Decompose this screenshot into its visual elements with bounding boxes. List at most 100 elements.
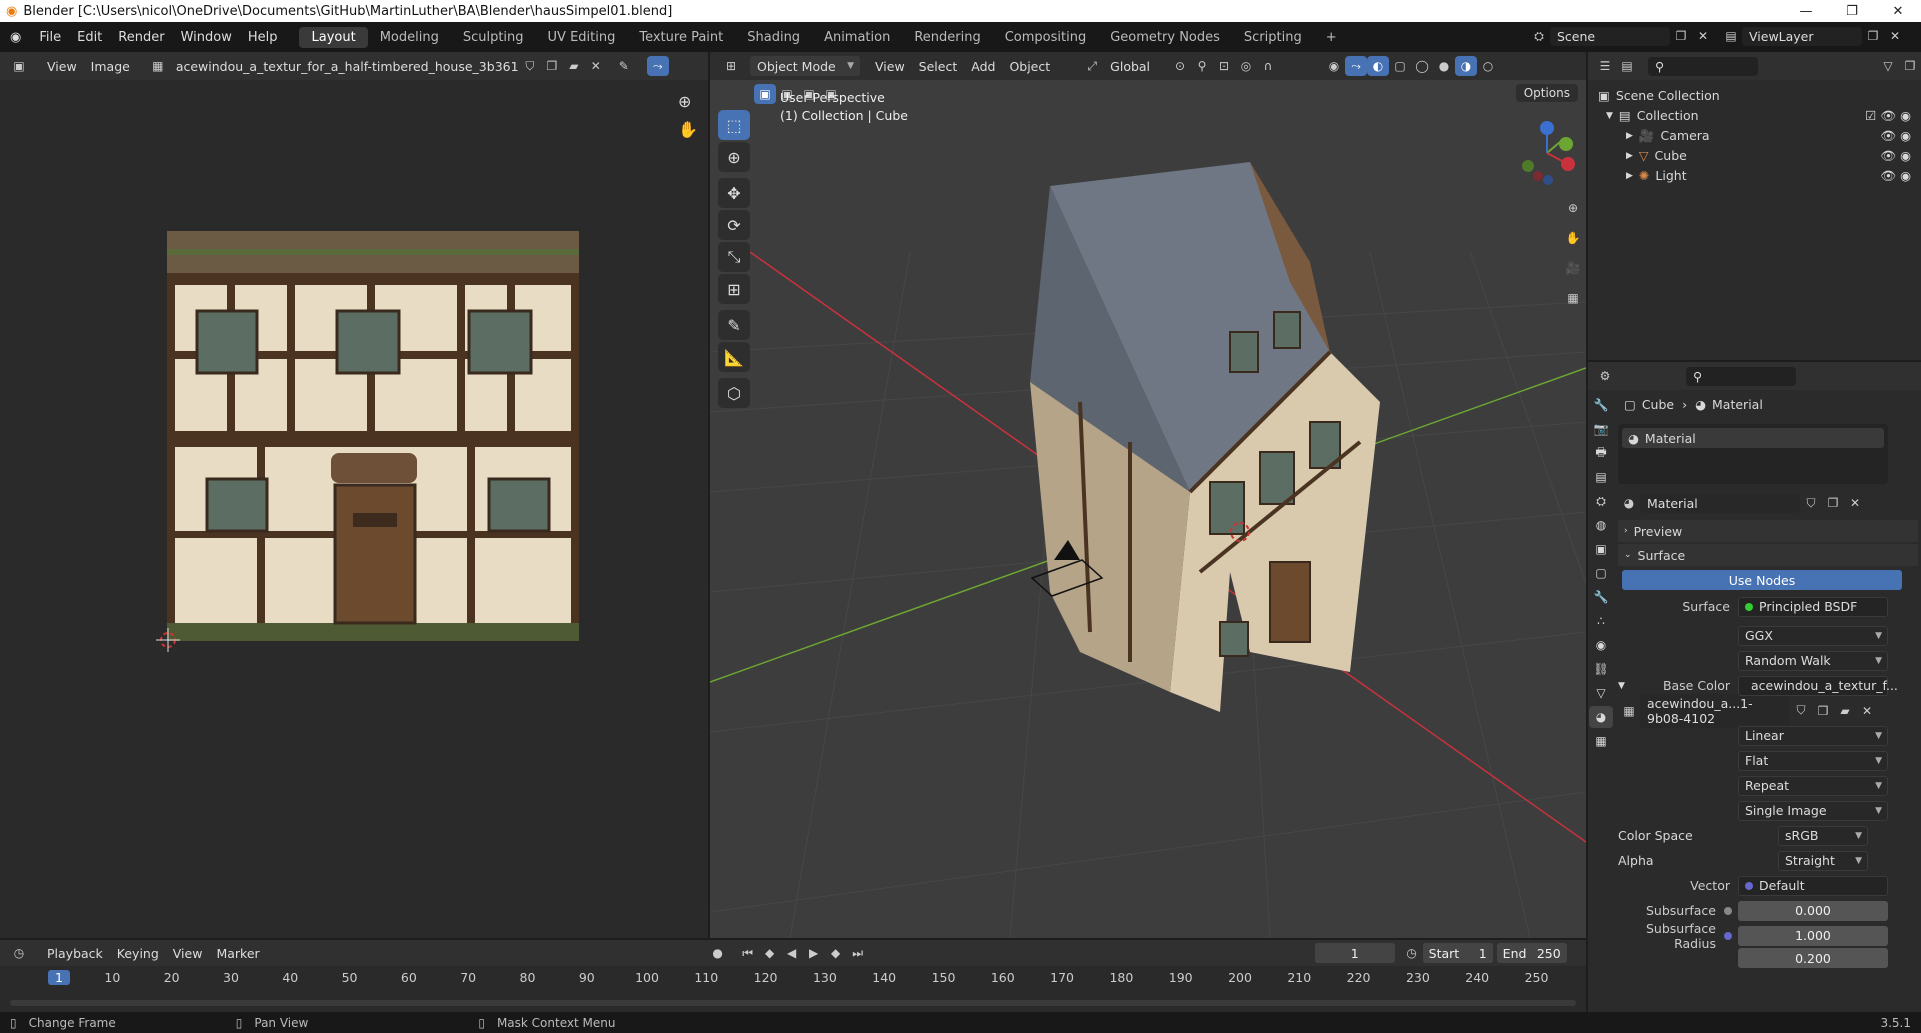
- image-browse-icon[interactable]: ▦: [147, 56, 169, 76]
- ortho-toggle-icon[interactable]: ▦: [1562, 288, 1584, 308]
- texture-tab-icon[interactable]: ▦: [1589, 730, 1613, 752]
- image-editor-image-menu[interactable]: Image: [84, 59, 137, 74]
- rotate-tool-icon[interactable]: ⟳: [718, 210, 750, 240]
- blender-menu-icon[interactable]: ◉: [0, 30, 31, 45]
- unlink-image-icon[interactable]: ✕: [585, 56, 607, 76]
- play-reverse-icon[interactable]: ◀: [781, 943, 803, 963]
- properties-search-input[interactable]: ⚲: [1686, 366, 1796, 386]
- move-tool-icon[interactable]: ✥: [718, 178, 750, 208]
- timeline-view-menu[interactable]: View: [166, 946, 210, 961]
- surface-panel-header[interactable]: ⌄ Surface: [1618, 544, 1918, 566]
- editor-type-icon[interactable]: ▣: [8, 56, 30, 76]
- world-tab-icon[interactable]: ◍: [1589, 514, 1613, 536]
- outliner-item-cube[interactable]: ▶ ▽ Cube 👁 ◉: [1598, 146, 1911, 166]
- timeline-current-frame-marker[interactable]: 1: [48, 970, 70, 985]
- measure-tool-icon[interactable]: 📐: [718, 342, 750, 372]
- material-fake-user-icon[interactable]: ⛉: [1800, 493, 1822, 513]
- modifier-tab-icon[interactable]: 🔧: [1589, 586, 1613, 608]
- menu-help[interactable]: Help: [240, 30, 286, 45]
- select-tool-icon[interactable]: ⬚: [718, 110, 750, 140]
- preview-range-icon[interactable]: ◷: [1401, 943, 1423, 963]
- view-layer-tab-icon[interactable]: ▤: [1589, 466, 1613, 488]
- new-view-layer-icon[interactable]: ❐: [1862, 26, 1884, 46]
- timeline-editor-type-icon[interactable]: ◷: [8, 943, 30, 963]
- base-color-expand-icon[interactable]: ▼: [1618, 681, 1638, 691]
- browse-material-icon[interactable]: ◕: [1618, 493, 1640, 513]
- jump-keyframe-back-icon[interactable]: ◆: [759, 943, 781, 963]
- subsurface-radius-x[interactable]: 1.000: [1738, 925, 1888, 946]
- distribution-dropdown[interactable]: GGX ▼: [1738, 625, 1888, 646]
- tab-layout[interactable]: Layout: [299, 26, 368, 48]
- tab-animation[interactable]: Animation: [812, 27, 902, 48]
- current-frame-field[interactable]: 1: [1314, 943, 1395, 963]
- outliner-search-input[interactable]: ⚲: [1648, 56, 1758, 76]
- image-browse-small-icon[interactable]: ▦: [1618, 701, 1640, 721]
- close-button[interactable]: ✕: [1875, 4, 1921, 19]
- collection-tab-icon[interactable]: ▣: [1589, 538, 1613, 560]
- play-icon[interactable]: ▶: [803, 943, 825, 963]
- cursor-tool-icon[interactable]: ⊕: [718, 142, 750, 172]
- vector-field[interactable]: Default: [1738, 875, 1888, 896]
- image-editor-view-menu[interactable]: View: [40, 59, 84, 74]
- surface-shader-field[interactable]: Principled BSDF: [1738, 596, 1888, 617]
- base-color-field[interactable]: acewindou_a_textur_f...: [1738, 675, 1898, 696]
- menu-render[interactable]: Render: [110, 30, 172, 45]
- delete-scene-icon[interactable]: ✕: [1692, 26, 1714, 46]
- outliner-scene-collection[interactable]: ▣ Scene Collection: [1598, 86, 1911, 106]
- timeline-scrollbar[interactable]: [10, 1000, 1576, 1006]
- delete-view-layer-icon[interactable]: ✕: [1884, 26, 1906, 46]
- color-space-dropdown[interactable]: sRGB ▼: [1778, 825, 1868, 846]
- outliner-filter-icon[interactable]: ▽: [1877, 56, 1899, 76]
- image-open-icon[interactable]: ▰: [1834, 701, 1856, 721]
- pin-icon[interactable]: ✎: [613, 56, 635, 76]
- interpolation-dropdown[interactable]: Linear ▼: [1738, 725, 1888, 746]
- start-frame-field[interactable]: Start 1: [1422, 943, 1493, 963]
- subsurface-radius-y[interactable]: 0.200: [1738, 948, 1888, 968]
- projection-dropdown[interactable]: Flat ▼: [1738, 750, 1888, 771]
- camera-visibility-icon[interactable]: 👁 ◉: [1880, 126, 1911, 146]
- keying-menu[interactable]: Keying: [110, 946, 166, 961]
- image-name-field[interactable]: acewindou_a_textur_for_a_half-timbered_h…: [169, 59, 519, 74]
- cube-visibility-icon[interactable]: 👁 ◉: [1880, 146, 1911, 166]
- extension-dropdown[interactable]: Repeat ▼: [1738, 775, 1888, 796]
- tab-scripting[interactable]: Scripting: [1232, 27, 1314, 48]
- menu-edit[interactable]: Edit: [69, 30, 110, 45]
- light-visibility-icon[interactable]: 👁 ◉: [1880, 166, 1911, 186]
- tab-compositing[interactable]: Compositing: [993, 27, 1099, 48]
- fake-user-icon[interactable]: ⛉: [519, 56, 541, 76]
- subsurface-value[interactable]: 0.000: [1738, 900, 1888, 921]
- use-nodes-button[interactable]: Use Nodes: [1622, 570, 1902, 590]
- new-collection-icon[interactable]: ❐: [1899, 56, 1921, 76]
- alpha-dropdown[interactable]: Straight ▼: [1778, 850, 1868, 871]
- scene-selector[interactable]: Scene: [1550, 26, 1670, 46]
- image-new-icon[interactable]: ❐: [1812, 701, 1834, 721]
- new-scene-icon[interactable]: ❐: [1670, 26, 1692, 46]
- display-mode-icon[interactable]: ▤: [1616, 56, 1638, 76]
- material-slot-item[interactable]: ◕ Material: [1622, 428, 1884, 448]
- scale-tool-icon[interactable]: ⤡: [718, 242, 750, 272]
- add-cube-tool-icon[interactable]: ⬡: [718, 378, 750, 408]
- outliner-collection[interactable]: ▼ ▤ Collection ☑ 👁 ◉: [1598, 106, 1911, 126]
- material-name-field[interactable]: Material: [1640, 493, 1800, 513]
- pan-hand-icon[interactable]: ✋: [678, 120, 698, 139]
- material-tab-icon[interactable]: ◕: [1589, 706, 1613, 728]
- preview-panel-header[interactable]: › Preview: [1618, 520, 1918, 542]
- constraints-tab-icon[interactable]: ⛓: [1589, 658, 1613, 680]
- auto-keying-icon[interactable]: ●: [707, 943, 729, 963]
- tab-texture-paint[interactable]: Texture Paint: [627, 27, 735, 48]
- camera-view-icon[interactable]: 🎥: [1562, 258, 1584, 278]
- 3d-viewport[interactable]: ⊞ Object Mode ▼ View Select Add Object ⤢ …: [710, 52, 1586, 938]
- image-fake-user-icon[interactable]: ⛉: [1790, 701, 1812, 721]
- view-layer-icon[interactable]: ▤: [1720, 26, 1742, 46]
- physics-tab-icon[interactable]: ◉: [1589, 634, 1613, 656]
- minimize-button[interactable]: —: [1783, 4, 1829, 19]
- unlink-material-icon[interactable]: ✕: [1844, 493, 1866, 513]
- outliner-item-camera[interactable]: ▶ 🎥 Camera 👁 ◉: [1598, 126, 1911, 146]
- playback-menu[interactable]: Playback: [40, 946, 110, 961]
- marker-menu[interactable]: Marker: [209, 946, 266, 961]
- image-datablock-field[interactable]: acewindou_a...1-9b08-4102: [1640, 693, 1790, 728]
- scene-tab-icon[interactable]: ⛭: [1589, 490, 1613, 512]
- tab-sculpting[interactable]: Sculpting: [451, 27, 536, 48]
- scene-icon[interactable]: ⛭: [1528, 26, 1550, 46]
- open-image-icon[interactable]: ▰: [563, 56, 585, 76]
